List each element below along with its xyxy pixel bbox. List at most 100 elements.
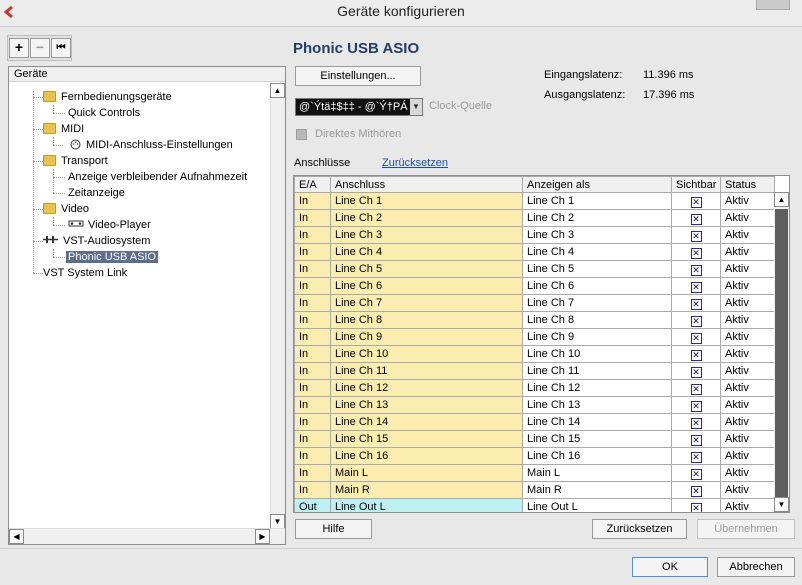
table-row[interactable]: Out Line Out L Line Out L ✕ Aktiv <box>294 498 775 512</box>
table-row[interactable]: In Line Ch 4 Line Ch 4 ✕ Aktiv <box>294 243 775 261</box>
visible-checkbox[interactable]: ✕ <box>690 281 702 293</box>
tree-item-phonic-usb-asio[interactable]: Phonic USB ASIO <box>66 249 159 265</box>
column-header-ea[interactable]: E/A <box>294 176 331 193</box>
tree-item-midi[interactable]: MIDI <box>43 121 84 137</box>
scroll-down-arrow-icon[interactable]: ▼ <box>774 497 789 512</box>
column-header-display-as[interactable]: Anzeigen als <box>522 176 672 193</box>
display-as-cell[interactable]: Line Ch 9 <box>522 328 672 346</box>
tree-item-vst-system-link[interactable]: VST System Link <box>43 265 127 281</box>
table-row[interactable]: In Line Ch 14 Line Ch 14 ✕ Aktiv <box>294 413 775 431</box>
column-header-visible[interactable]: Sichtbar <box>671 176 721 193</box>
reset-device-button[interactable]: ⏮ <box>51 38 71 58</box>
column-header-port[interactable]: Anschluss <box>330 176 523 193</box>
tree-item-vst-audio-system[interactable]: VST-Audiosystem <box>43 233 150 249</box>
visible-checkbox[interactable]: ✕ <box>690 298 702 310</box>
table-row[interactable]: In Line Ch 8 Line Ch 8 ✕ Aktiv <box>294 311 775 329</box>
direct-monitoring-checkbox[interactable] <box>296 129 307 140</box>
display-as-cell[interactable]: Line Ch 4 <box>522 243 672 261</box>
visible-checkbox[interactable]: ✕ <box>690 196 702 208</box>
visible-checkbox[interactable]: ✕ <box>690 264 702 276</box>
visible-checkbox[interactable]: ✕ <box>690 349 702 361</box>
scroll-down-arrow-icon[interactable]: ▼ <box>270 514 285 529</box>
display-as-cell[interactable]: Line Ch 14 <box>522 413 672 431</box>
table-row[interactable]: In Main R Main R ✕ Aktiv <box>294 481 775 499</box>
table-row[interactable]: In Line Ch 1 Line Ch 1 ✕ Aktiv <box>294 192 775 210</box>
visible-checkbox[interactable]: ✕ <box>690 434 702 446</box>
tree-item-quick-controls[interactable]: Quick Controls <box>68 105 140 121</box>
tree-horizontal-scrollbar[interactable]: ◀ ▶ <box>9 528 285 544</box>
visible-checkbox[interactable]: ✕ <box>690 213 702 225</box>
table-row[interactable]: In Line Ch 10 Line Ch 10 ✕ Aktiv <box>294 345 775 363</box>
table-row[interactable]: In Line Ch 2 Line Ch 2 ✕ Aktiv <box>294 209 775 227</box>
reset-button[interactable]: Zurücksetzen <box>592 519 687 539</box>
display-as-cell[interactable]: Line Ch 8 <box>522 311 672 329</box>
tree-item-transport[interactable]: Transport <box>43 153 108 169</box>
reset-ports-link[interactable]: Zurücksetzen <box>382 157 448 169</box>
scroll-up-arrow-icon[interactable]: ▲ <box>270 83 285 98</box>
display-as-cell[interactable]: Line Ch 3 <box>522 226 672 244</box>
display-as-cell[interactable]: Line Ch 11 <box>522 362 672 380</box>
visible-checkbox[interactable]: ✕ <box>690 332 702 344</box>
scroll-left-arrow-icon[interactable]: ◀ <box>9 529 24 544</box>
folder-icon <box>43 91 56 102</box>
visible-checkbox[interactable]: ✕ <box>690 417 702 429</box>
help-button[interactable]: Hilfe <box>295 519 372 539</box>
ok-button[interactable]: OK <box>632 557 708 577</box>
table-row[interactable]: In Line Ch 9 Line Ch 9 ✕ Aktiv <box>294 328 775 346</box>
table-row[interactable]: In Line Ch 13 Line Ch 13 ✕ Aktiv <box>294 396 775 414</box>
table-row[interactable]: In Line Ch 12 Line Ch 12 ✕ Aktiv <box>294 379 775 397</box>
display-as-cell[interactable]: Line Ch 15 <box>522 430 672 448</box>
display-as-cell[interactable]: Line Ch 13 <box>522 396 672 414</box>
tree-item-video-player[interactable]: Video-Player <box>68 217 151 233</box>
visible-checkbox[interactable]: ✕ <box>690 502 702 512</box>
display-as-cell[interactable]: Line Ch 10 <box>522 345 672 363</box>
scroll-right-arrow-icon[interactable]: ▶ <box>255 529 270 544</box>
table-row[interactable]: In Line Ch 3 Line Ch 3 ✕ Aktiv <box>294 226 775 244</box>
table-row[interactable]: In Line Ch 15 Line Ch 15 ✕ Aktiv <box>294 430 775 448</box>
visible-checkbox[interactable]: ✕ <box>690 315 702 327</box>
visible-checkbox[interactable]: ✕ <box>690 400 702 412</box>
column-header-status[interactable]: Status <box>720 176 775 193</box>
display-as-cell[interactable]: Line Ch 1 <box>522 192 672 210</box>
table-vertical-scrollbar[interactable]: ▲ ▼ <box>774 192 789 512</box>
footer-divider <box>0 548 802 549</box>
visible-checkbox[interactable]: ✕ <box>690 247 702 259</box>
chevron-down-icon[interactable]: ▼ <box>410 99 422 115</box>
remove-device-button[interactable]: − <box>30 38 50 58</box>
table-row[interactable]: In Line Ch 16 Line Ch 16 ✕ Aktiv <box>294 447 775 465</box>
window-close-button[interactable] <box>756 0 790 10</box>
display-as-cell[interactable]: Line Ch 12 <box>522 379 672 397</box>
visible-checkbox[interactable]: ✕ <box>690 383 702 395</box>
display-as-cell[interactable]: Line Ch 2 <box>522 209 672 227</box>
table-row[interactable]: In Main L Main L ✕ Aktiv <box>294 464 775 482</box>
visible-checkbox[interactable]: ✕ <box>690 366 702 378</box>
cancel-button[interactable]: Abbrechen <box>717 557 795 577</box>
scrollbar-thumb[interactable] <box>775 209 788 499</box>
tree-vertical-scrollbar[interactable]: ▲ ▼ <box>270 83 285 529</box>
visible-checkbox[interactable]: ✕ <box>690 230 702 242</box>
tree-item-video[interactable]: Video <box>43 201 89 217</box>
display-as-cell[interactable]: Main R <box>522 481 672 499</box>
visible-checkbox[interactable]: ✕ <box>690 485 702 497</box>
table-row[interactable]: In Line Ch 6 Line Ch 6 ✕ Aktiv <box>294 277 775 295</box>
table-row[interactable]: In Line Ch 11 Line Ch 11 ✕ Aktiv <box>294 362 775 380</box>
display-as-cell[interactable]: Line Ch 7 <box>522 294 672 312</box>
display-as-cell[interactable]: Main L <box>522 464 672 482</box>
scroll-up-arrow-icon[interactable]: ▲ <box>774 192 789 207</box>
display-as-cell[interactable]: Line Ch 16 <box>522 447 672 465</box>
tree-item-remote-devices[interactable]: Fernbedienungsgeräte <box>43 89 172 105</box>
tree-item-remaining-record-time[interactable]: Anzeige verbleibender Aufnahmezeit <box>68 169 247 185</box>
tree-item-midi-port-settings[interactable]: MIDI-Anschluss-Einstellungen <box>70 137 233 153</box>
tree-item-time-display[interactable]: Zeitanzeige <box>68 185 125 201</box>
visible-checkbox[interactable]: ✕ <box>690 468 702 480</box>
clock-source-select[interactable]: @`Ýtä‡$‡‡ - @`Ý†PÁ ▼ <box>295 98 423 116</box>
apply-button[interactable]: Übernehmen <box>697 519 795 539</box>
add-device-button[interactable]: + <box>9 38 29 58</box>
visible-checkbox[interactable]: ✕ <box>690 451 702 463</box>
table-row[interactable]: In Line Ch 7 Line Ch 7 ✕ Aktiv <box>294 294 775 312</box>
display-as-cell[interactable]: Line Ch 5 <box>522 260 672 278</box>
table-row[interactable]: In Line Ch 5 Line Ch 5 ✕ Aktiv <box>294 260 775 278</box>
display-as-cell[interactable]: Line Out L <box>522 498 672 512</box>
display-as-cell[interactable]: Line Ch 6 <box>522 277 672 295</box>
settings-button[interactable]: Einstellungen... <box>295 66 421 86</box>
